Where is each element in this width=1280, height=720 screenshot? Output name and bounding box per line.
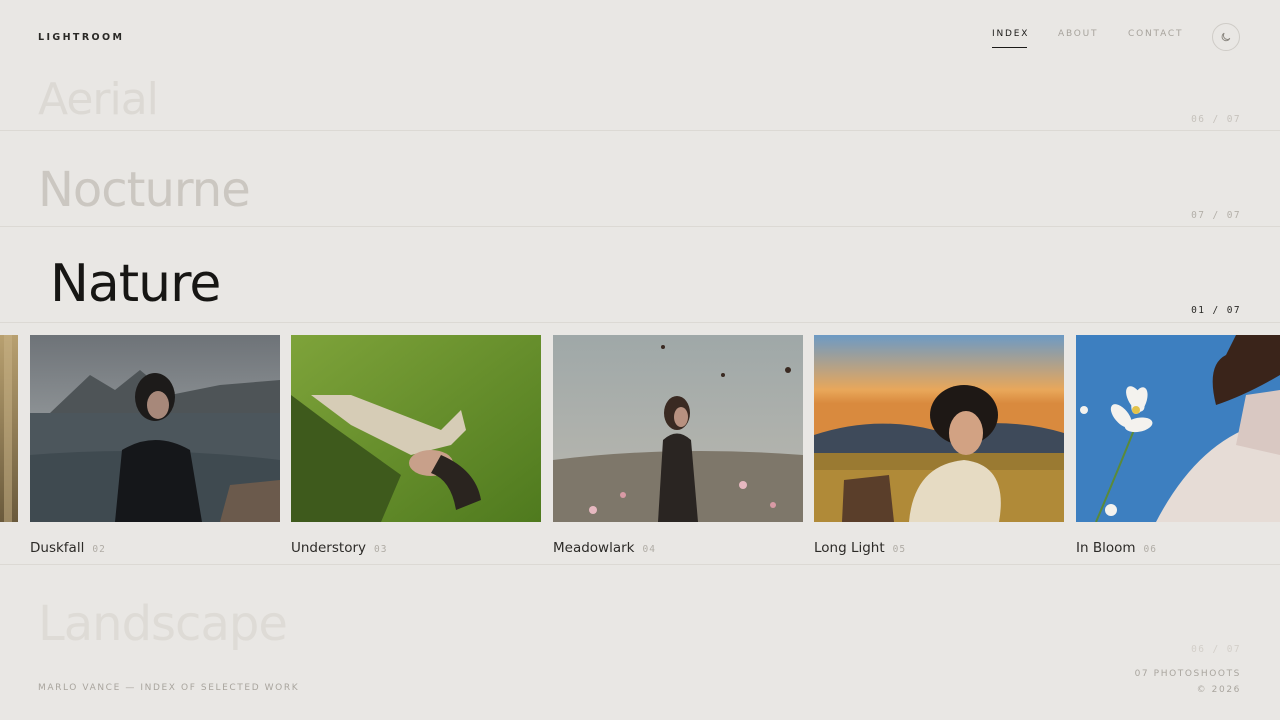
photo-caption: Meadowlark 04	[553, 537, 656, 556]
photo-card-understory[interactable]: Understory 03	[291, 335, 541, 556]
photo-number: 06	[1143, 544, 1157, 555]
photo-card-partial[interactable]	[0, 335, 18, 522]
photo-title: Long Light	[814, 540, 885, 556]
theme-toggle-button[interactable]	[1212, 23, 1240, 51]
nav-index[interactable]: INDEX	[992, 29, 1029, 39]
photo-title: Meadowlark	[553, 540, 635, 556]
photo-card-duskfall[interactable]: Duskfall 02	[30, 335, 280, 556]
footer-photoshoot-count: 07 PHOTOSHOOTS	[1134, 669, 1241, 679]
photo-number: 04	[642, 544, 656, 555]
nav-active-underline	[992, 47, 1027, 48]
nav-about[interactable]: ABOUT	[1058, 29, 1098, 39]
footer-copyright: © 2026	[1196, 685, 1241, 695]
photo-title: Duskfall	[30, 540, 85, 556]
footer-meta: 07 PHOTOSHOOTS © 2026	[1135, 666, 1241, 698]
nav-contact[interactable]: CONTACT	[1128, 29, 1183, 39]
photo-image	[291, 335, 541, 522]
photo-image	[0, 335, 18, 522]
photo-title: In Bloom	[1076, 540, 1136, 556]
photo-caption: Long Light 05	[814, 537, 906, 556]
row-count-nocturne: 07 / 07	[1191, 210, 1241, 221]
photo-caption: Duskfall 02	[30, 537, 106, 556]
site-logo[interactable]: LIGHTROOM	[38, 32, 124, 43]
photo-number: 03	[374, 544, 388, 555]
photo-image	[814, 335, 1064, 522]
photo-caption: In Bloom 06	[1076, 537, 1157, 556]
footer-credit: MARLO VANCE — INDEX OF SELECTED WORK	[38, 683, 300, 693]
photo-image	[30, 335, 280, 522]
photo-image	[1076, 335, 1280, 522]
photo-number: 05	[892, 544, 907, 555]
row-divider	[0, 564, 1280, 565]
moon-icon	[1221, 32, 1231, 42]
photo-image	[553, 335, 803, 522]
row-title-nocturne[interactable]: Nocturne	[38, 162, 251, 218]
row-divider	[0, 322, 1280, 323]
photo-card-in-bloom[interactable]: In Bloom 06	[1076, 335, 1280, 556]
row-divider	[0, 226, 1280, 227]
photo-card-meadowlark[interactable]: Meadowlark 04	[553, 335, 803, 556]
photo-caption: Understory 03	[291, 537, 387, 556]
photo-card-long-light[interactable]: Long Light 05	[814, 335, 1064, 556]
row-title-aerial[interactable]: Aerial	[38, 74, 159, 125]
photo-title: Understory	[291, 540, 366, 556]
row-count-landscape: 06 / 07	[1191, 644, 1241, 655]
row-title-nature[interactable]: Nature	[50, 254, 221, 314]
row-divider	[0, 130, 1280, 131]
photo-number: 02	[92, 544, 106, 555]
row-count-aerial: 06 / 07	[1191, 114, 1241, 125]
row-count-nature: 01 / 07	[1191, 305, 1241, 316]
row-title-landscape[interactable]: Landscape	[38, 596, 288, 652]
